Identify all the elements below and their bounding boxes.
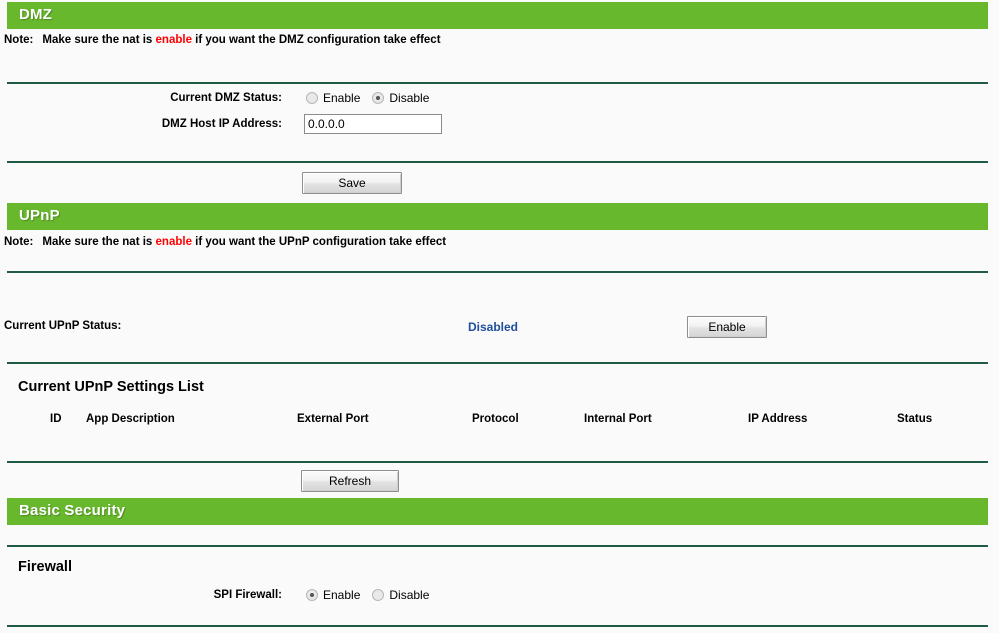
radio-dmz-status-enable[interactable]: Enable <box>306 91 360 105</box>
radio-label-spi-disable: Disable <box>389 588 430 602</box>
radio-label-spi-enable: Enable <box>323 588 361 602</box>
radio-spi-disable[interactable]: Disable <box>372 588 429 602</box>
note-prefix-dmz: Note: <box>4 34 34 46</box>
upnp-status-value: Disabled <box>468 320 519 334</box>
section-bar-dmz: DMZ <box>7 2 988 29</box>
table-column-external-port: External Port <box>297 413 369 425</box>
radio-dot-dmz-enable[interactable] <box>306 92 318 104</box>
note-text-part1-dmz: Make sure the nat is <box>42 34 153 46</box>
radio-label-dmz-disable: Disable <box>389 91 430 105</box>
note-prefix-upnp: Note: <box>4 236 34 248</box>
label-current-upnp-status: Current UPnP Status: <box>4 320 122 332</box>
divider-upnp-list <box>7 362 988 364</box>
table-column-id: ID <box>50 413 62 425</box>
table-column-protocol: Protocol <box>472 413 519 425</box>
section-bar-upnp: UPnP <box>7 203 988 230</box>
section-title-dmz: DMZ <box>19 6 53 23</box>
dmz-host-ip-input[interactable] <box>304 114 442 134</box>
section-bar-basic-security: Basic Security <box>7 498 988 525</box>
label-spi-firewall: SPI Firewall: <box>213 589 282 601</box>
divider-upnp-bottom <box>7 461 988 463</box>
note-upnp: Note: Make sure the nat is enable if you … <box>4 236 446 248</box>
router-config-page: DMZ Note: Make sure the nat is enable if … <box>0 0 999 633</box>
divider-dmz-bottom <box>7 161 988 163</box>
radio-dmz-status-disable[interactable]: Disable <box>372 91 429 105</box>
radio-dot-spi-enable[interactable] <box>306 589 318 601</box>
save-button[interactable]: Save <box>302 172 402 194</box>
table-column-internal-port: Internal Port <box>584 413 652 425</box>
note-text-part2-dmz: if you want the DMZ configuration take e… <box>195 34 441 46</box>
table-column-app-description: App Description <box>86 413 175 425</box>
upnp-settings-list-heading: Current UPnP Settings List <box>18 379 204 395</box>
section-title-upnp: UPnP <box>19 207 60 224</box>
radio-group-spi-firewall[interactable]: Enable Disable <box>306 588 441 602</box>
radio-dot-spi-disable[interactable] <box>372 589 385 601</box>
radio-group-dmz-status[interactable]: Enable Disable <box>306 91 441 105</box>
upnp-table-header: ID App Description External Port Protoco… <box>7 413 988 431</box>
note-highlight-dmz: enable <box>155 34 192 46</box>
section-title-basic-security: Basic Security <box>19 502 126 519</box>
upnp-enable-button[interactable]: Enable <box>687 316 767 338</box>
radio-spi-enable[interactable]: Enable <box>306 588 360 602</box>
note-highlight-upnp: enable <box>155 236 192 248</box>
table-column-ip-address: IP Address <box>748 413 808 425</box>
label-dmz-host-ip: DMZ Host IP Address: <box>161 118 282 130</box>
note-text-part2-upnp: if you want the UPnP configuration take … <box>195 236 447 248</box>
divider-basic-security-top <box>7 545 988 547</box>
radio-label-dmz-enable: Enable <box>323 91 361 105</box>
divider-dmz-top <box>7 82 988 84</box>
divider-page-bottom <box>7 625 988 627</box>
note-dmz: Note: Make sure the nat is enable if you … <box>4 34 441 46</box>
firewall-heading: Firewall <box>18 559 72 575</box>
table-column-status: Status <box>897 413 933 425</box>
divider-upnp-top <box>7 271 988 273</box>
note-text-part1-upnp: Make sure the nat is <box>42 236 153 248</box>
refresh-button[interactable]: Refresh <box>301 470 399 492</box>
radio-dot-dmz-disable[interactable] <box>372 92 385 104</box>
label-current-dmz-status: Current DMZ Status: <box>170 92 282 104</box>
